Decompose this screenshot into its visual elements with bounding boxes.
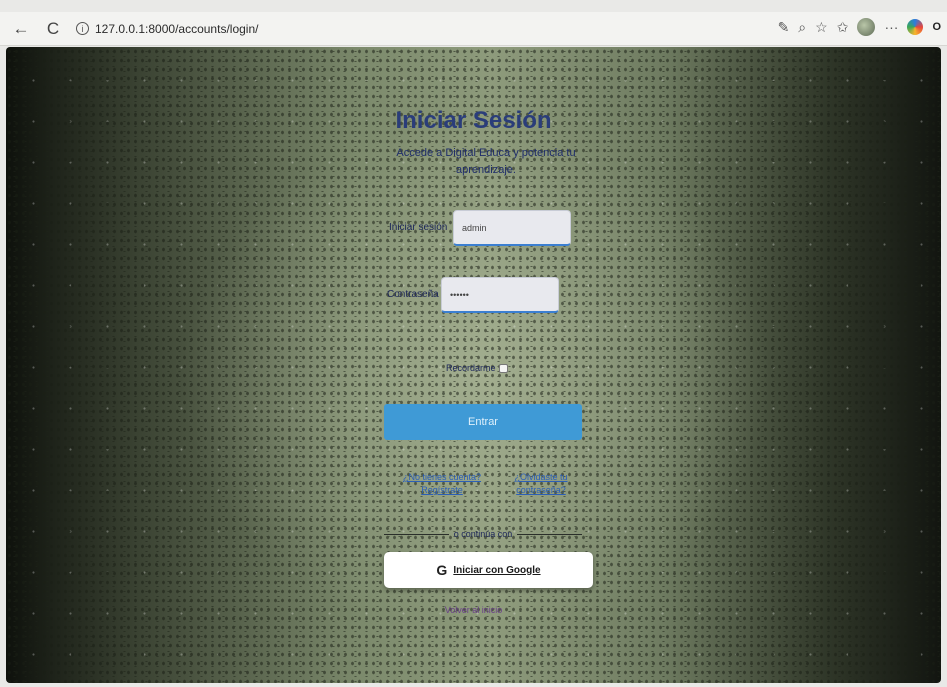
login-page: Iniciar Sesión Accede a Digital Educa y …	[6, 47, 941, 683]
google-login-label: Iniciar con Google	[453, 564, 541, 576]
reload-icon[interactable]: C	[42, 18, 64, 40]
back-icon[interactable]: ←	[10, 18, 32, 40]
username-input[interactable]: admin	[453, 210, 571, 246]
remember-label: Recordarme	[446, 363, 496, 373]
edit-icon[interactable]: ✎	[778, 19, 790, 36]
google-icon: G	[436, 562, 448, 578]
browser-toolbar: ← C i 127.0.0.1:8000/accounts/login/ ✎ ⌕…	[0, 12, 947, 46]
google-login-button[interactable]: G Iniciar con Google	[384, 552, 593, 588]
divider: o continúa con	[384, 529, 583, 539]
collections-icon[interactable]: ✩	[837, 19, 849, 36]
copilot-label[interactable]: O	[932, 21, 941, 33]
toolbar-actions: ✎ ⌕ ☆ ✩ ··· O	[778, 18, 941, 36]
submit-button[interactable]: Entrar	[384, 404, 582, 440]
url-text[interactable]: 127.0.0.1:8000/accounts/login/	[95, 22, 258, 36]
menu-icon[interactable]: ···	[884, 19, 898, 35]
username-label: Iniciar sesión	[389, 222, 448, 233]
zoom-icon[interactable]: ⌕	[798, 19, 806, 36]
address-bar[interactable]: i 127.0.0.1:8000/accounts/login/	[76, 22, 258, 36]
page-title: Iniciar Sesión	[395, 107, 552, 134]
password-input[interactable]: ••••••	[441, 277, 559, 313]
favorite-icon[interactable]: ☆	[815, 19, 828, 36]
register-link[interactable]: ¿No tienes cuenta? Regístrate	[394, 471, 490, 497]
divider-line-left	[384, 533, 449, 535]
info-icon[interactable]: i	[76, 22, 89, 35]
back-home-link[interactable]: Volver al inicio	[6, 605, 941, 615]
remember-checkbox[interactable]	[498, 363, 508, 373]
divider-line-right	[517, 533, 583, 535]
copilot-icon[interactable]	[907, 19, 924, 35]
profile-avatar[interactable]	[857, 18, 876, 36]
password-label: Contraseña	[387, 289, 439, 300]
page-subtitle: Accede a Digital Educa y potencia tu apr…	[396, 147, 576, 176]
forgot-password-link[interactable]: ¿Olvidaste tu contraseña?	[506, 471, 576, 497]
divider-text: o continúa con	[453, 529, 513, 539]
remember-me[interactable]: Recordarme	[446, 363, 508, 373]
